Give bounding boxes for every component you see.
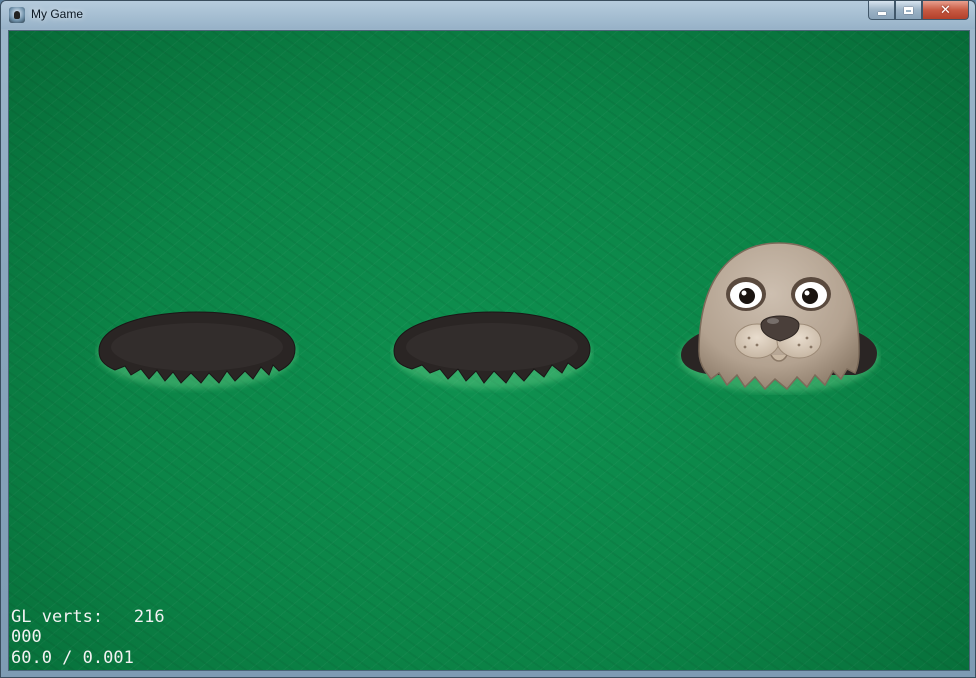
- game-window: My Game ✕ GL verts: 216 000 60.0 / 0.001: [0, 0, 976, 678]
- window-title: My Game: [31, 7, 84, 21]
- gl-verts-value: 216: [133, 606, 165, 627]
- app-icon[interactable]: [9, 7, 25, 23]
- fps-readout: 60.0 / 0.001: [11, 647, 134, 668]
- score-readout: 000: [11, 627, 42, 647]
- minimize-button[interactable]: [868, 1, 895, 20]
- maximize-button[interactable]: [895, 1, 922, 20]
- hole-3[interactable]: [675, 239, 881, 395]
- title-bar[interactable]: My Game ✕: [1, 1, 975, 29]
- gl-verts-label: GL verts:: [11, 606, 104, 627]
- hole-1[interactable]: [95, 309, 299, 393]
- game-canvas[interactable]: GL verts: 216 000 60.0 / 0.001: [8, 30, 970, 671]
- maximize-icon: [904, 6, 913, 14]
- minimize-icon: [877, 11, 886, 15]
- hole-2[interactable]: [390, 309, 594, 393]
- close-button[interactable]: ✕: [922, 1, 969, 20]
- close-icon: ✕: [940, 2, 951, 18]
- debug-hud: GL verts: 216 000 60.0 / 0.001: [11, 607, 165, 669]
